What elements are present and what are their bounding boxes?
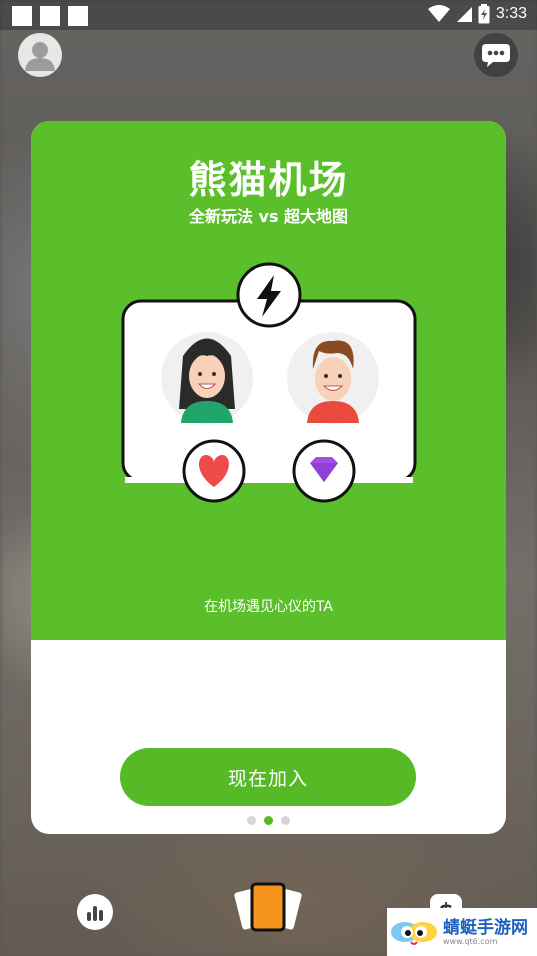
wifi-icon [427,5,450,22]
clock: 3:33 [495,5,527,22]
pager-dots [31,816,506,825]
card-tagline: 在机场遇见心仪的TA [203,599,334,615]
pager-dot[interactable] [247,816,256,825]
cards-button[interactable] [232,880,304,936]
pager-dot[interactable] [281,816,290,825]
pager-dot-active[interactable] [264,816,273,825]
stats-icon [87,906,103,921]
card-header: 熊猫机场 全新玩法 vs 超大地图 在机场遇见心仪的TA [31,121,506,640]
gem-badge [292,439,356,503]
card-subtitle: 全新玩法 vs 超大地图 [188,207,349,226]
avatar-icon [25,42,55,71]
card-title: 熊猫机场 [188,158,349,202]
cards-icon [234,882,302,932]
chat-icon [482,44,510,67]
watermark: 蜻蜓手游网 www.qt6.com [387,908,537,956]
battery-icon [478,4,490,24]
status-bar: 3:33 [0,0,537,30]
dragonfly-logo [391,922,437,945]
promo-card: 熊猫机场 全新玩法 vs 超大地图 在机场遇见心仪的TA 现在加入 [31,121,506,834]
lightning-badge [236,262,302,328]
join-now-button[interactable]: 现在加入 [120,748,416,806]
girl-avatar [161,332,253,424]
heart-badge [182,439,246,503]
notification-icon [40,6,60,26]
stats-button[interactable] [77,894,113,930]
watermark-url: www.qt6.com [443,936,498,946]
signal-icon [456,7,472,22]
notification-icon [12,6,32,26]
boy-avatar [287,332,379,424]
match-illustration [121,262,417,503]
notification-icon [68,6,88,26]
watermark-name: 蜻蜓手游网 [443,917,528,938]
chat-button[interactable] [474,33,518,77]
profile-button[interactable] [18,33,62,77]
